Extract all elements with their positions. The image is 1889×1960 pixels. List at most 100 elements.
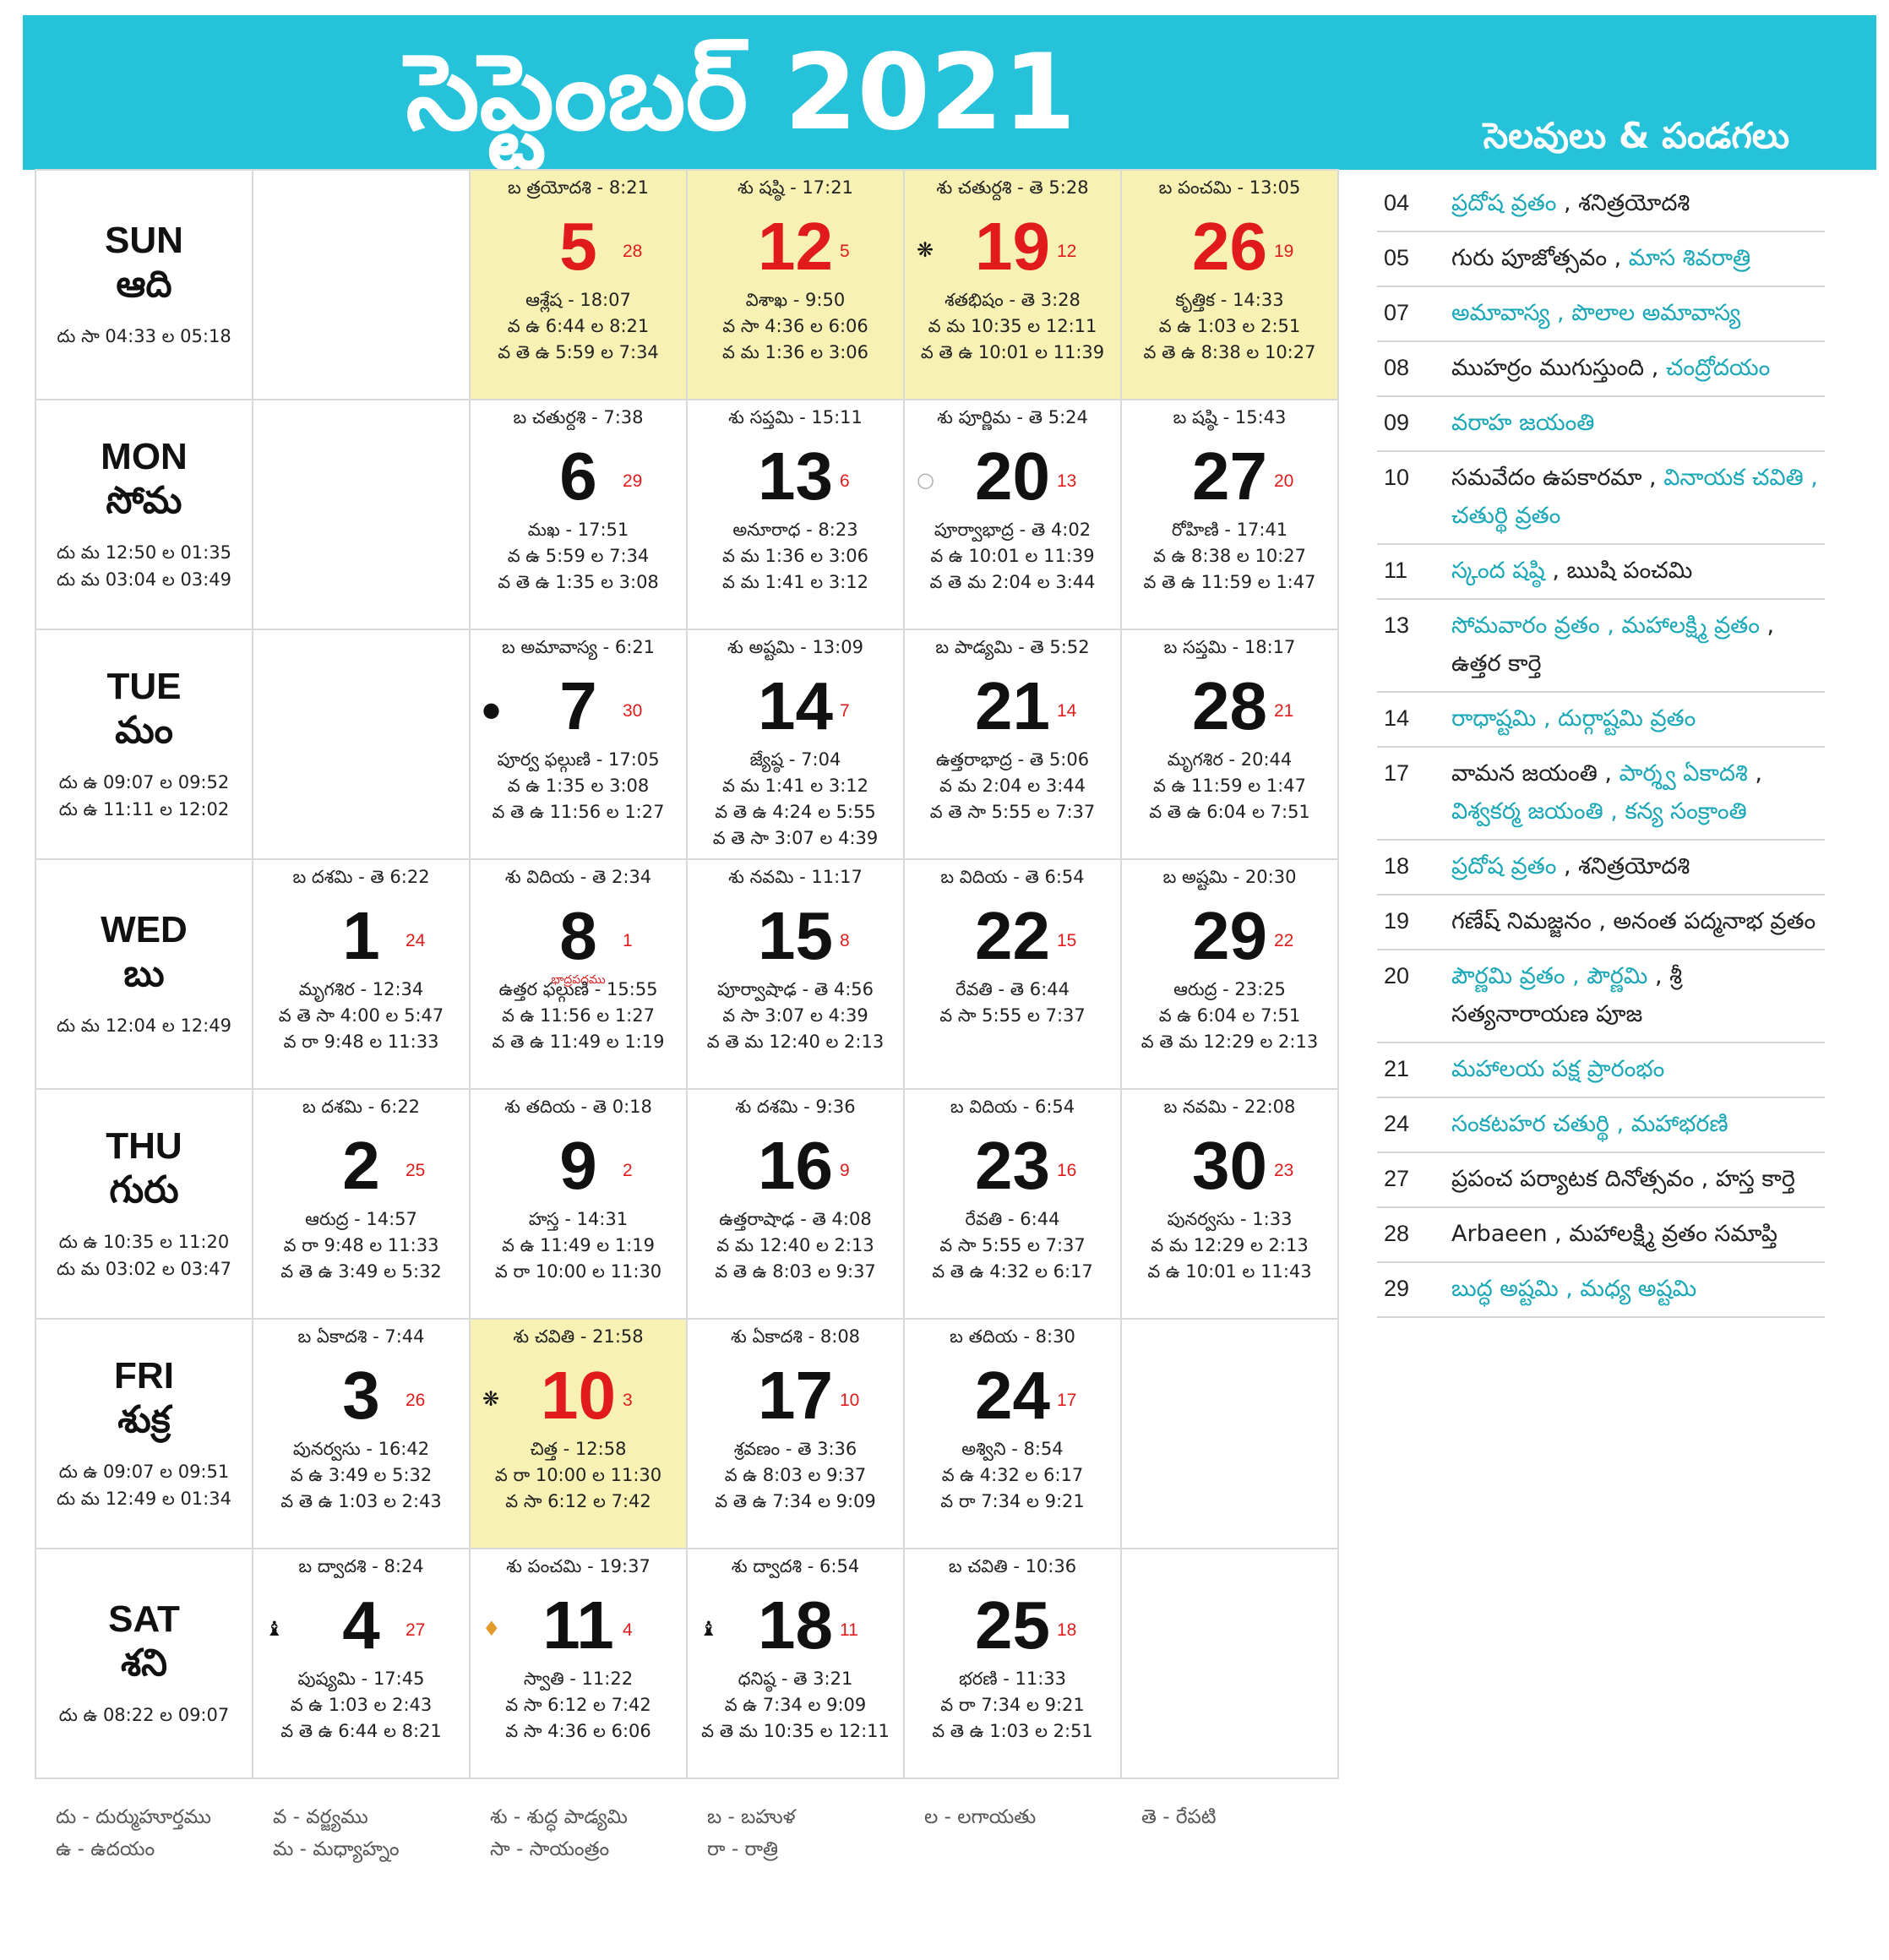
detail-line: ధనిష్ఠ - తె 3:21	[738, 1669, 853, 1689]
day-number-row: 14 7	[688, 667, 903, 745]
lunar-day-number: 18	[1057, 1620, 1077, 1640]
day-cell: శు విదియ - తె 2:34 8 1 భాద్రపదము ఉత్తర ఫల్గు…	[469, 858, 688, 1090]
holiday-link: మాస శివరాత్రి	[1628, 245, 1751, 271]
holiday-row: 04 ప్రదోష వ్రతం , శనిత్రయోదశి	[1377, 177, 1825, 232]
day-cell: శు పంచమి - 19:37 11 4 ♦ స్వాతి - 11:22 వ సా 6…	[469, 1548, 688, 1779]
day-details: చిత్త - 12:58 వ రా 10:00 ల 11:30 వ సా 6:12…	[471, 1436, 686, 1515]
shivalinga-icon: ♝	[700, 1617, 718, 1641]
empty-cell	[252, 399, 471, 630]
detail-line: వ తె ఉ 1:03 ల 2:43	[280, 1491, 442, 1511]
holiday-row: 14 రాధాష్టమి , దుర్గాష్టమి వ్రతం	[1377, 693, 1825, 748]
day-number: 27	[1192, 438, 1267, 514]
day-number-row: 30 23	[1122, 1127, 1337, 1205]
detail-line: వ తె మ 2:04 ల 3:44	[929, 572, 1096, 592]
lunar-day-number: 5	[840, 242, 850, 261]
legend-entry: తె - రేపటి	[1141, 1806, 1217, 1828]
legend-column: వ - వర్జ్యము మ - మధ్యాహ్నం	[273, 1801, 489, 1865]
holiday-label: ,	[1747, 760, 1762, 787]
day-details: పునర్వసు - 1:33 వ మ 12:29 ల 2:13 వ ఉ 10:01…	[1122, 1206, 1337, 1285]
holiday-text: గురు పూజోత్సవం , మాస శివరాత్రి	[1451, 239, 1825, 277]
detail-line: వ తె మ 10:35 ల 12:11	[701, 1721, 890, 1741]
holiday-date: 18	[1384, 853, 1410, 879]
detail-line: వ ఉ 3:49 ల 5:32	[290, 1465, 433, 1485]
holiday-text: గణేష్ నిమజ్జనం , అనంత పద్మనాభ వ్రతం	[1451, 902, 1825, 940]
lunar-day-number: 8	[840, 931, 850, 950]
holiday-row: 24 సంకటహర చతుర్థి , మహాభరణి	[1377, 1098, 1825, 1153]
detail-line: కృత్తిక - 14:33	[1175, 290, 1284, 310]
detail-line: స్వాతి - 11:22	[523, 1669, 634, 1689]
durmuhurtham-time: దు ఉ 09:07 ల 09:51	[58, 1462, 230, 1482]
detail-line: వ సా 3:07 ల 4:39	[722, 1005, 868, 1026]
detail-line: చిత్త - 12:58	[530, 1439, 627, 1459]
detail-line: వ తె ఉ 1:03 ల 2:51	[932, 1721, 1093, 1741]
holiday-date: 13	[1384, 612, 1410, 638]
day-number: 16	[758, 1128, 833, 1203]
detail-line: వ ఉ 11:59 ల 1:47	[1153, 776, 1306, 796]
day-number-row: 17 10	[688, 1357, 903, 1435]
legend-column: బ - బహుళ రా - రాత్రి	[707, 1801, 923, 1865]
legend-column: ల - లగాయతు	[924, 1801, 1140, 1833]
day-number: 26	[1192, 209, 1267, 284]
tithi-label: బ ద్వాదశి - 8:24	[298, 1556, 424, 1576]
day-details: భరణి - 11:33 వ రా 7:34 ల 9:21 వ తె ఉ 1:03 …	[905, 1666, 1120, 1745]
holiday-link: సంకటహర చతుర్థి , మహాభరణి	[1451, 1111, 1728, 1137]
detail-line: వ తె ఉ 3:49 ల 5:32	[280, 1261, 442, 1282]
day-details: రేవతి - 6:44 వ సా 5:55 ల 7:37 వ తె ఉ 4:32 …	[905, 1206, 1120, 1285]
lunar-day-number: 26	[406, 1391, 426, 1410]
holiday-text: సమవేదం ఉపకారమా , వినాయక చవితి , చతుర్థి …	[1451, 459, 1825, 535]
detail-line: వ రా 9:48 ల 11:33	[283, 1032, 439, 1052]
day-number-row: 22 15	[905, 897, 1120, 975]
tithi-label: బ త్రయోదశి - 8:21	[508, 177, 649, 198]
day-details: విశాఖ - 9:50 వ సా 4:36 ల 6:06 వ మ 1:36 ల 3…	[688, 287, 903, 366]
holiday-date: 29	[1384, 1276, 1410, 1301]
day-number: 17	[758, 1358, 833, 1433]
weekday-name-te: శని	[120, 1642, 168, 1685]
day-number: 25	[975, 1587, 1050, 1663]
day-details: ఆరుద్ర - 14:57 వ రా 9:48 ల 11:33 వ తె ఉ 3:…	[253, 1206, 469, 1285]
day-number-row: 10 3 ❋	[471, 1357, 686, 1435]
tithi-label: బ దశమి - 6:22	[302, 1097, 421, 1117]
full-moon-icon: ○	[917, 468, 934, 492]
weekday-cell-fri: FRI శుక్ర దు ఉ 09:07 ల 09:51 దు మ 12:49 ల 0…	[35, 1318, 253, 1549]
detail-line: పూర్వ ఫల్గుణి - 17:05	[497, 749, 660, 770]
day-cell: బ త్రయోదశి - 8:21 5 28 ఆశ్లేష - 18:07 వ ఉ 6:…	[469, 169, 688, 400]
tithi-label: బ చతుర్దశి - 7:38	[513, 407, 644, 427]
lunar-day-number: 10	[840, 1391, 860, 1410]
holiday-date: 28	[1384, 1221, 1410, 1246]
holiday-label: ముహర్రం ముగుస్తుంది ,	[1451, 355, 1666, 381]
detail-line: రోహిణి - 17:41	[1171, 520, 1288, 540]
weekday-cell-sat: SAT శని దు ఉ 08:22 ల 09:07	[35, 1548, 253, 1779]
weekday-cell-mon: MON సోమ దు మ 12:50 ల 01:35 దు మ 03:04 ల 03:…	[35, 399, 253, 630]
detail-line: వ ఉ 1:35 ల 3:08	[507, 776, 650, 796]
day-number: 12	[758, 209, 833, 284]
weekday-cell-wed: WED బు దు మ 12:04 ల 12:49	[35, 858, 253, 1090]
holiday-link: సోమవారం వ్రతం , మహాలక్ష్మి వ్రతం	[1451, 612, 1760, 639]
lunar-day-number: 27	[406, 1620, 426, 1640]
day-number-row: 92	[471, 1127, 686, 1205]
ganesha-icon: ❋	[917, 238, 934, 262]
durmuhurtham-time: దు ఉ 11:11 ల 12:02	[58, 799, 230, 819]
lunar-day-number: 19	[1274, 242, 1294, 261]
day-details: ఉత్తరాభాద్ర - తె 5:06 వ మ 2:04 ల 3:44 వ తె…	[905, 747, 1120, 825]
holiday-link: చంద్రోదయం	[1665, 355, 1771, 381]
day-details: రోహిణి - 17:41 వ ఉ 8:38 ల 10:27 వ తె ఉ 11:…	[1122, 517, 1337, 596]
lunar-day-number: 12	[1057, 242, 1077, 261]
holiday-link: బుద్ధ అష్టమి , మధ్య అష్టమి	[1451, 1276, 1697, 1302]
detail-line: వ మ 2:04 ల 3:44	[939, 776, 1086, 796]
day-details: హస్త - 14:31 వ ఉ 11:49 ల 1:19 వ రా 10:00 ల…	[471, 1206, 686, 1285]
legend-entry: సా - సాయంత్రం	[490, 1838, 610, 1860]
day-details: కృత్తిక - 14:33 వ ఉ 1:03 ల 2:51 వ తె ఉ 8:3…	[1122, 287, 1337, 366]
holiday-link: వరాహ జయంతి	[1451, 410, 1595, 436]
weekday-name-te: మం	[115, 709, 173, 752]
weekday-name-en: THU	[106, 1125, 182, 1167]
holiday-date: 09	[1384, 410, 1410, 435]
calendar-grid: SUN ఆది దు సా 04:33 ల 05:18 బ త్రయోదశి - 8:…	[35, 169, 1339, 1779]
holiday-link: ప్రదోష వ్రతం	[1451, 853, 1557, 879]
holiday-date: 04	[1384, 190, 1410, 215]
day-number-row: 20 13 ○	[905, 438, 1120, 515]
day-number: 29	[1192, 898, 1267, 973]
detail-line: వ తె మ 12:40 ల 2:13	[706, 1032, 885, 1052]
detail-line: వ రా 7:34 ల 9:21	[940, 1491, 1085, 1511]
legend-entry: ల - లగాయతు	[924, 1806, 1037, 1828]
holiday-link: స్కంద షష్ఠి	[1451, 558, 1545, 584]
